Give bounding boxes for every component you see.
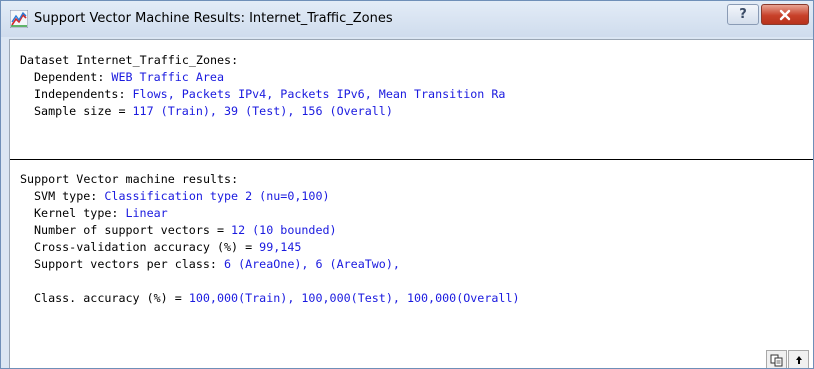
copy-button[interactable] [766, 350, 787, 368]
title-bar[interactable]: Support Vector Machine Results: Internet… [1, 1, 813, 37]
sample-size-label: Sample size = [34, 104, 133, 118]
dataset-header: Dataset Internet_Traffic_Zones: [20, 53, 239, 67]
copy-icon [770, 354, 783, 367]
results-text-area[interactable]: Dataset Internet_Traffic_Zones: Dependen… [9, 39, 813, 368]
help-button[interactable]: ? [727, 4, 759, 25]
support-vectors-value: 12 (10 bounded) [231, 223, 337, 237]
independents-value: Flows, Packets IPv4, Packets IPv6, Mean … [132, 87, 506, 101]
window-title: Support Vector Machine Results: Internet… [34, 11, 393, 26]
results-window: Support Vector Machine Results: Internet… [0, 0, 814, 369]
kernel-type-label: Kernel type: [34, 206, 126, 220]
kernel-type-value: Linear [125, 206, 168, 220]
sample-size-value: 117 (Train), 39 (Test), 156 (Overall) [132, 104, 393, 118]
vectors-per-class-value: 6 (AreaOne), 6 (AreaTwo), [224, 257, 400, 271]
dependent-line: Dependent: WEB Traffic Area [34, 69, 224, 86]
vectors-per-class-label: Support vectors per class: [34, 257, 224, 271]
results-header: Support Vector machine results: [20, 172, 239, 186]
dependent-value: WEB Traffic Area [111, 70, 224, 84]
support-vectors-line: Number of support vectors = 12 (10 bound… [34, 222, 337, 239]
svm-type-value: Classification type 2 (nu=0,100) [104, 189, 330, 203]
svm-type-line: SVM type: Classification type 2 (nu=0,10… [34, 188, 330, 205]
close-icon [779, 9, 791, 21]
sample-size-line: Sample size = 117 (Train), 39 (Test), 15… [34, 103, 393, 120]
cross-validation-label: Cross-validation accuracy (%) = [34, 240, 260, 254]
kernel-type-line: Kernel type: Linear [34, 205, 168, 222]
class-accuracy-label: Class. accuracy (%) = [34, 291, 189, 305]
independents-label: Independents: [34, 87, 133, 101]
class-accuracy-line: Class. accuracy (%) = 100,000(Train), 10… [34, 290, 520, 307]
scroll-top-button[interactable] [788, 350, 809, 368]
support-vectors-label: Number of support vectors = [34, 223, 232, 237]
independents-line: Independents: Flows, Packets IPv4, Packe… [34, 86, 505, 103]
section-divider [10, 159, 813, 160]
scroll-top-icon [795, 356, 802, 364]
chart-app-icon [10, 10, 28, 28]
svm-type-label: SVM type: [34, 189, 105, 203]
dependent-label: Dependent: [34, 70, 112, 84]
cross-validation-line: Cross-validation accuracy (%) = 99,145 [34, 239, 301, 256]
cross-validation-value: 99,145 [259, 240, 302, 254]
class-accuracy-value: 100,000(Train), 100,000(Test), 100,000(O… [188, 291, 520, 305]
close-button[interactable] [761, 4, 809, 25]
vectors-per-class-line: Support vectors per class: 6 (AreaOne), … [34, 256, 400, 273]
